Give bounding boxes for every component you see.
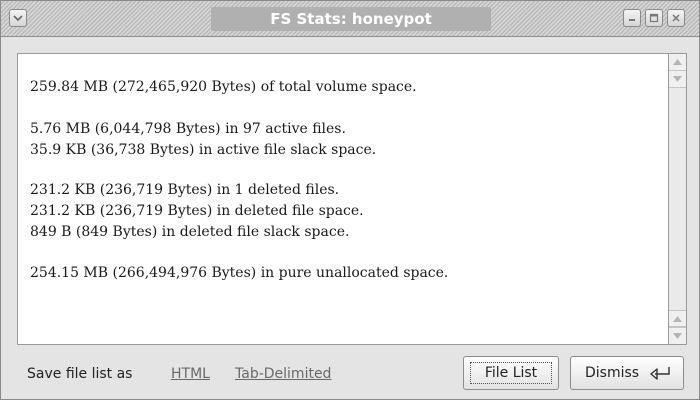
- stat-active-files: 5.76 MB (6,044,798 Bytes) in 97 active f…: [30, 121, 346, 137]
- maximize-button[interactable]: [645, 9, 663, 27]
- scroll-up-button[interactable]: [669, 54, 686, 71]
- arrow-down-icon: [673, 333, 682, 339]
- scroll-down-button-top[interactable]: [669, 71, 686, 88]
- stat-active-slack: 35.9 KB (36,738 Bytes) in active file sl…: [30, 142, 377, 158]
- enter-key-icon: [650, 367, 670, 380]
- save-html-link[interactable]: HTML: [171, 365, 210, 383]
- scroll-up-button-bottom[interactable]: [669, 310, 686, 327]
- window-title: FS Stats: honeypot: [270, 10, 432, 28]
- close-icon: [672, 14, 680, 22]
- save-tab-delimited-link[interactable]: Tab-Delimited: [235, 365, 331, 383]
- arrow-up-icon: [673, 59, 682, 65]
- maximize-icon: [649, 13, 659, 23]
- scroll-track[interactable]: [669, 88, 686, 310]
- stats-text-area[interactable]: 259.84 MB (272,465,920 Bytes) of total v…: [17, 53, 669, 345]
- arrow-up-icon: [673, 316, 682, 322]
- file-list-button-label: File List: [484, 365, 538, 381]
- scroll-down-button[interactable]: [669, 327, 686, 344]
- title-bar[interactable]: FS Stats: honeypot: [1, 1, 699, 37]
- file-list-button[interactable]: File List: [463, 356, 559, 390]
- stat-deleted-slack: 849 B (849 Bytes) in deleted file slack …: [30, 224, 350, 240]
- stat-deleted-space: 231.2 KB (236,719 Bytes) in deleted file…: [30, 203, 364, 219]
- minimize-icon: [629, 19, 635, 21]
- dismiss-button-label: Dismiss: [585, 365, 640, 381]
- title-plate: FS Stats: honeypot: [211, 7, 491, 31]
- close-button[interactable]: [667, 9, 685, 27]
- dismiss-button[interactable]: Dismiss: [570, 356, 684, 390]
- minimize-button[interactable]: [623, 9, 641, 27]
- save-file-list-label: Save file list as: [27, 366, 133, 382]
- stat-deleted-files: 231.2 KB (236,719 Bytes) in 1 deleted fi…: [30, 182, 340, 198]
- vertical-scrollbar[interactable]: [669, 53, 687, 345]
- chevron-down-icon: [13, 15, 23, 22]
- arrow-down-icon: [673, 76, 682, 82]
- fs-stats-window: FS Stats: honeypot 259.84 MB (272,465,92…: [0, 0, 700, 400]
- stat-total-volume: 259.84 MB (272,465,920 Bytes) of total v…: [30, 79, 417, 95]
- window-menu-button[interactable]: [9, 9, 27, 27]
- stat-unallocated: 254.15 MB (266,494,976 Bytes) in pure un…: [30, 265, 449, 281]
